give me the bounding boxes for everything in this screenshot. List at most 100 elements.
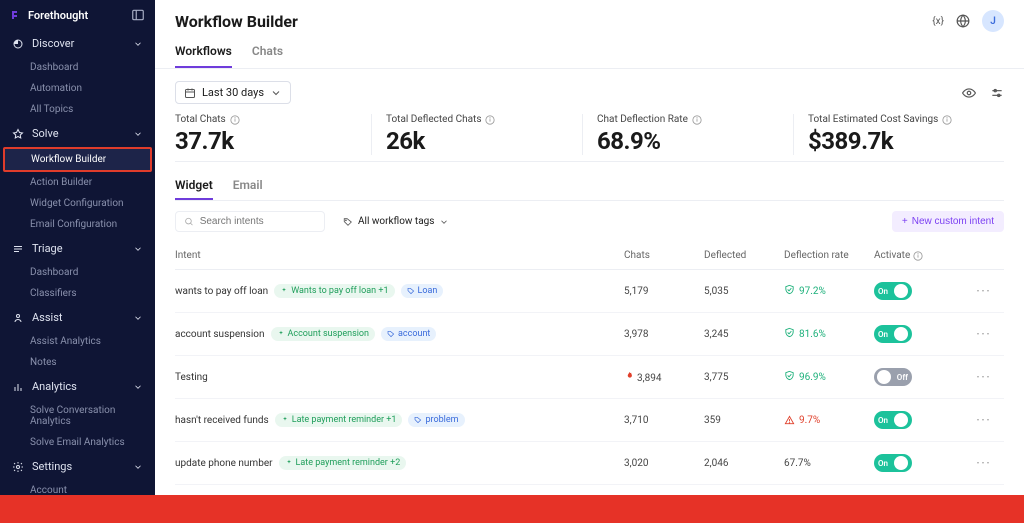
avatar-initial: J [990, 16, 996, 27]
page-title: Workflow Builder [175, 12, 298, 31]
sparkle-icon [285, 459, 293, 467]
nav-item-classifiers[interactable]: Classifiers [0, 283, 155, 304]
plus-icon: + [902, 216, 908, 227]
nav-group-settings[interactable]: Settings [0, 453, 155, 480]
nav-item-action-builder[interactable]: Action Builder [0, 172, 155, 193]
metric-card: Chat Deflection Rate 68.9% [583, 114, 794, 155]
settings-sliders-icon[interactable] [990, 86, 1004, 100]
table-row[interactable]: hasn't received fundsLate payment remind… [175, 399, 1004, 442]
nav-group-assist[interactable]: Assist [0, 304, 155, 331]
nav-item-workflow-builder[interactable]: Workflow Builder [3, 147, 152, 172]
row-more-button[interactable]: ··· [964, 329, 1004, 340]
subtab-widget[interactable]: Widget [175, 172, 213, 200]
eye-icon[interactable] [962, 86, 976, 100]
nav-group-discover[interactable]: Discover [0, 30, 155, 57]
metric-label: Total Deflected Chats [386, 114, 572, 125]
intent-tag: Account suspension [271, 327, 376, 341]
intent-tag: Wants to pay off loan +1 [274, 284, 394, 298]
intent-name: hasn't received funds [175, 415, 269, 426]
intent-tag: Late payment reminder +2 [279, 456, 407, 470]
subtab-email[interactable]: Email [233, 172, 263, 200]
nav: DiscoverDashboardAutomationAll TopicsSol… [0, 30, 155, 495]
intent-tag: Loan [401, 284, 444, 298]
chats-cell: 3,020 [624, 458, 704, 469]
tab-chats[interactable]: Chats [252, 36, 283, 68]
view-controls [962, 86, 1004, 100]
topbar-code[interactable]: {x} [932, 16, 944, 27]
sidebar-collapse-icon[interactable] [131, 8, 145, 22]
nav-item-widget-configuration[interactable]: Widget Configuration [0, 193, 155, 214]
nav-group-label: Triage [32, 242, 63, 255]
nav-item-solve-email-analytics[interactable]: Solve Email Analytics [0, 432, 155, 453]
nav-item-automation[interactable]: Automation [0, 78, 155, 99]
th-intent: Intent [175, 250, 624, 261]
intent-name: update phone number [175, 458, 273, 469]
nav-item-email-configuration[interactable]: Email Configuration [0, 214, 155, 235]
nav-group-solve[interactable]: Solve [0, 120, 155, 147]
th-chats: Chats [624, 250, 704, 261]
nav-item-all-topics[interactable]: All Topics [0, 99, 155, 120]
toggle-knob [894, 327, 908, 341]
nav-item-assist-analytics[interactable]: Assist Analytics [0, 331, 155, 352]
nav-item-solve-conversation-analytics[interactable]: Solve Conversation Analytics [0, 400, 155, 432]
table-row[interactable]: account suspensionAccount suspensionacco… [175, 313, 1004, 356]
metric-card: Total Deflected Chats 26k [372, 114, 583, 155]
table-row[interactable]: wants to pay off loanWants to pay off lo… [175, 270, 1004, 313]
rate-cell: 96.9% [784, 370, 874, 384]
tag-filter[interactable]: All workflow tags [337, 212, 455, 231]
nav-item-dashboard[interactable]: Dashboard [0, 262, 155, 283]
search-input[interactable] [175, 211, 325, 232]
chevron-down-icon [133, 462, 143, 472]
table-row[interactable]: negotiationNegotiation2,7332,05375.1%On·… [175, 485, 1004, 495]
search-icon [184, 216, 194, 227]
intent-cell: wants to pay off loanWants to pay off lo… [175, 284, 624, 298]
avatar[interactable]: J [982, 10, 1004, 32]
info-icon [942, 115, 952, 125]
tag-icon [343, 217, 353, 227]
date-range-picker[interactable]: Last 30 days [175, 81, 291, 104]
activate-cell: On [874, 282, 964, 300]
group-icon [12, 381, 24, 393]
intent-cell: Testing [175, 372, 624, 383]
activate-toggle[interactable]: On [874, 282, 912, 300]
rate-wrapper: 9.7% [784, 415, 874, 426]
primary-tabs: Workflows Chats [155, 36, 1024, 69]
nav-item-dashboard[interactable]: Dashboard [0, 57, 155, 78]
row-more-button[interactable]: ··· [964, 372, 1004, 383]
activate-cell: On [874, 454, 964, 472]
row-more-button[interactable]: ··· [964, 415, 1004, 426]
tag-icon [387, 330, 395, 338]
brand-logo: Forethought [10, 9, 88, 22]
activate-toggle[interactable]: On [874, 454, 912, 472]
secondary-tabs: Widget Email [175, 172, 1004, 201]
globe-icon[interactable] [956, 14, 970, 28]
th-rate: Deflection rate [784, 250, 874, 261]
nav-item-notes[interactable]: Notes [0, 352, 155, 373]
row-more-button[interactable]: ··· [964, 286, 1004, 297]
group-icon [12, 461, 24, 473]
intent-tag: account [381, 327, 436, 341]
chats-cell: 3,710 [624, 415, 704, 426]
table-row[interactable]: update phone number Late payment reminder… [175, 442, 1004, 485]
metric-card: Total Estimated Cost Savings $389.7k [794, 114, 1004, 155]
tab-workflows[interactable]: Workflows [175, 36, 232, 68]
activate-toggle[interactable]: On [874, 411, 912, 429]
group-icon [12, 243, 24, 255]
search-field[interactable] [200, 216, 316, 227]
nav-item-account[interactable]: Account [0, 480, 155, 495]
deflected-cell: 3,775 [704, 372, 784, 383]
row-more-button[interactable]: ··· [964, 458, 1004, 469]
nav-group-triage[interactable]: Triage [0, 235, 155, 262]
table-row[interactable]: Testing3,8943,77596.9%Off··· [175, 356, 1004, 399]
tag-filter-label: All workflow tags [358, 216, 434, 227]
activate-toggle[interactable]: Off [874, 368, 912, 386]
table-body: wants to pay off loanWants to pay off lo… [175, 270, 1004, 495]
new-custom-intent-button[interactable]: + New custom intent [892, 211, 1004, 232]
metric-label: Total Chats [175, 114, 361, 125]
activate-toggle[interactable]: On [874, 325, 912, 343]
intent-cell: update phone number Late payment reminder… [175, 456, 624, 470]
activate-cell: On [874, 411, 964, 429]
topbar-actions: {x} J [932, 10, 1004, 32]
info-icon [692, 115, 702, 125]
nav-group-analytics[interactable]: Analytics [0, 373, 155, 400]
